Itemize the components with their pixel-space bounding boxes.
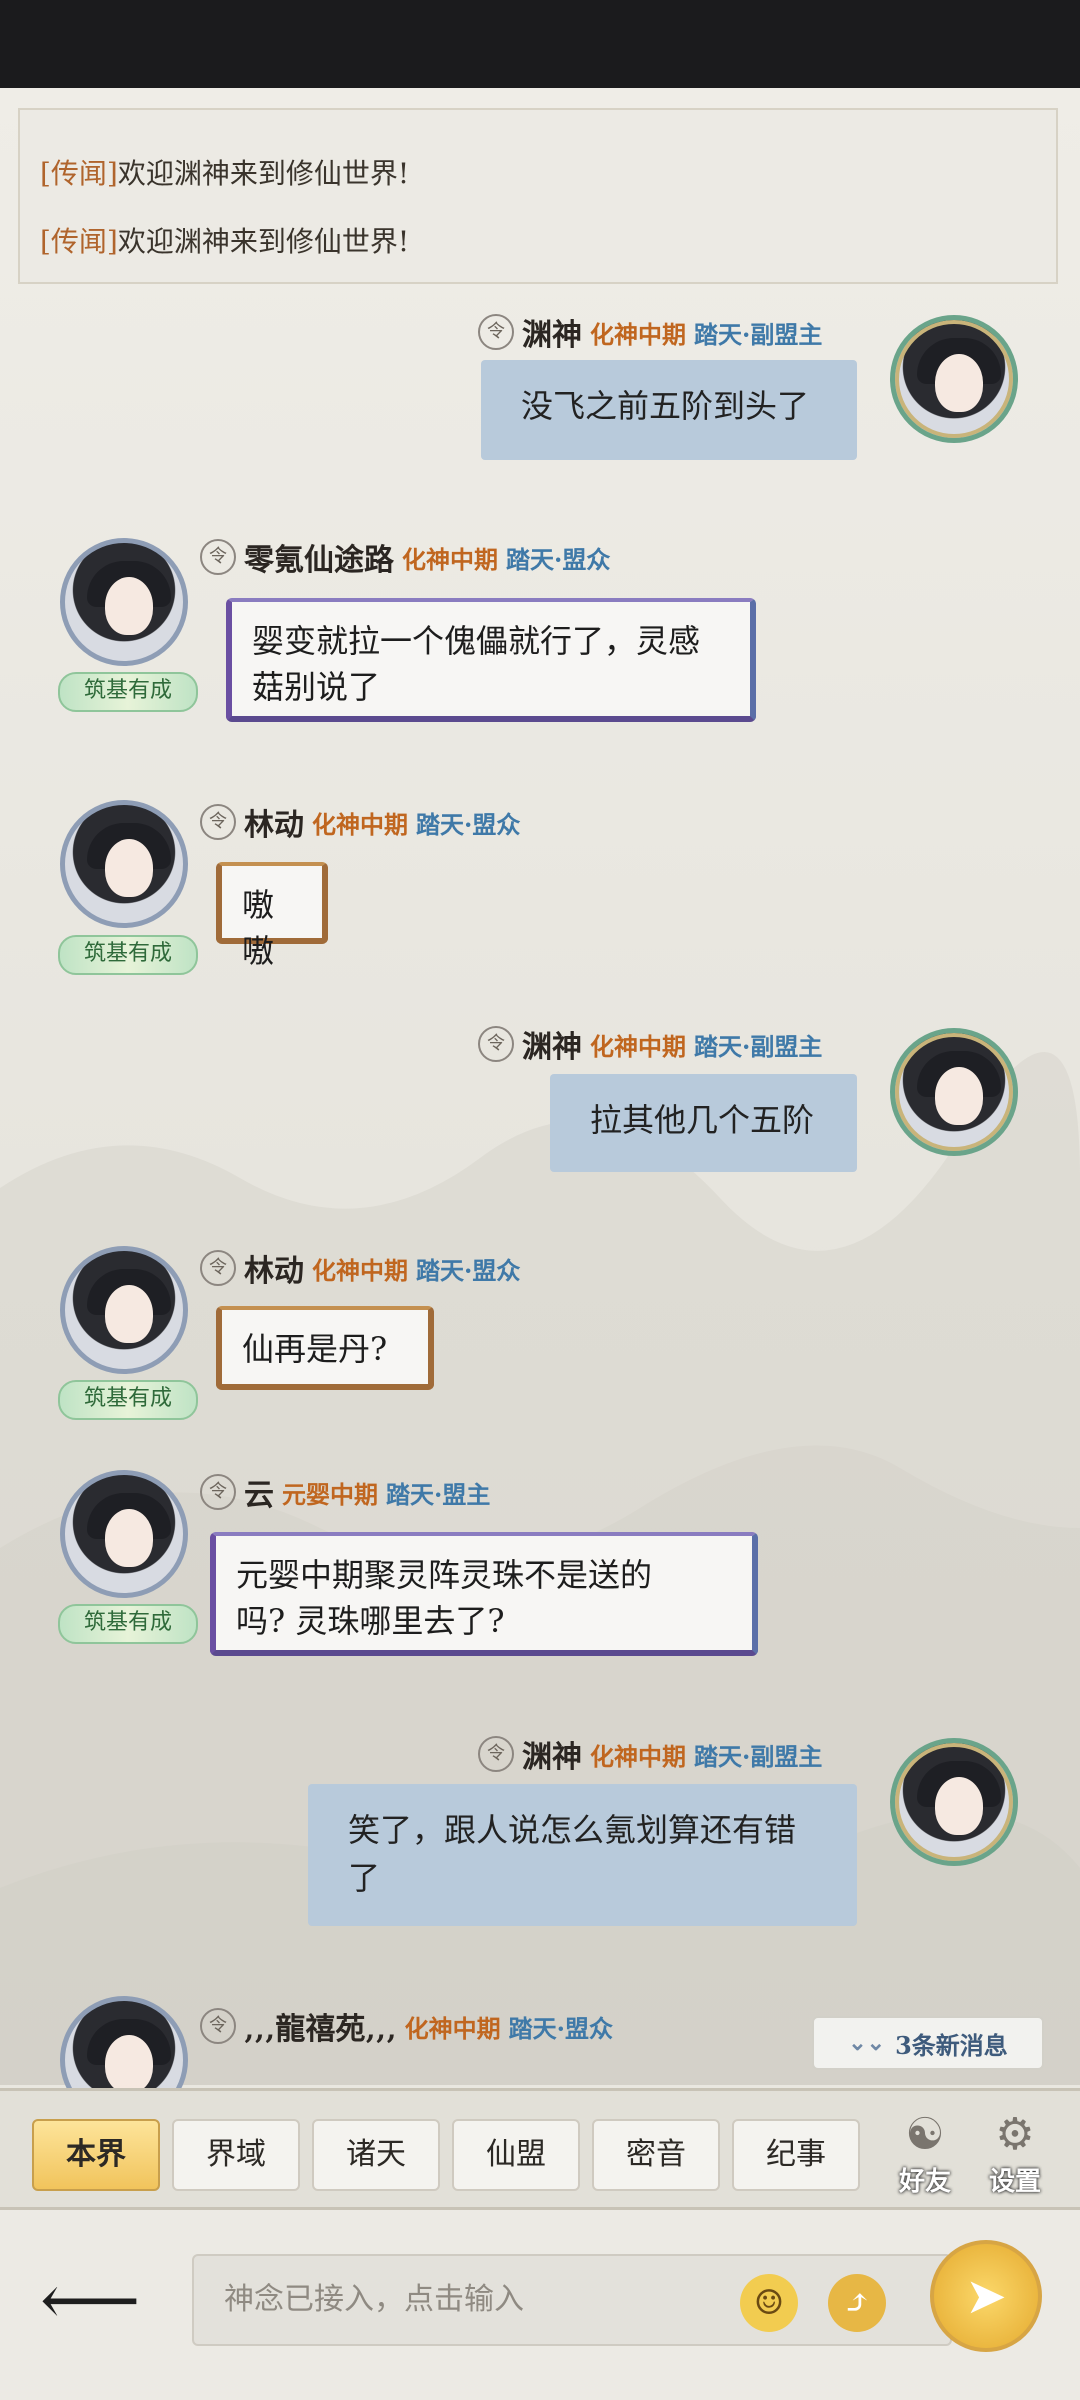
guild-label: 踏天·盟众 (506, 544, 611, 574)
message-text-line: 吗? 灵珠哪里去了? (236, 1602, 505, 1640)
realm-label: 化神中期 (312, 809, 408, 839)
input-bar: ⟵ 神念已接入，点击输入 ☺ ⤴ ➤ (0, 2210, 1080, 2400)
channel-tab-bar: 本界 界域 诸天 仙盟 密音 纪事 ☯ 好友 ⚙ 设置 (0, 2088, 1080, 2210)
nickname[interactable]: 云 (244, 1470, 274, 1514)
avatar[interactable] (890, 1028, 1018, 1156)
tab-zhutian[interactable]: 诸天 (312, 2119, 440, 2191)
guild-label: 踏天·盟众 (416, 809, 521, 839)
message-text-line: 婴变就拉一个傀儡就行了，灵感 (252, 622, 701, 660)
settings-button[interactable]: ⚙ 设置 (972, 2109, 1058, 2205)
tab-jishi[interactable]: 纪事 (732, 2119, 860, 2191)
tab-benjie[interactable]: 本界 (32, 2119, 160, 2191)
title-badge-icon: 令 (200, 804, 236, 840)
news-text: 欢迎渊神来到修仙世界! (117, 157, 410, 190)
rank-tag: 筑基有成 (58, 672, 198, 712)
chat-bubble[interactable]: 婴变就拉一个傀儡就行了，灵感 菇别说了 (226, 598, 756, 722)
chat-bubble[interactable]: 元婴中期聚灵阵灵珠不是送的 吗? 灵珠哪里去了? (210, 1532, 758, 1656)
title-badge-icon: 令 (200, 1250, 236, 1286)
realm-label: 元婴中期 (282, 1479, 378, 1509)
new-messages-label: 3条新消息 (895, 2030, 1008, 2060)
message-text: 没飞之前五阶到头了 (521, 387, 810, 425)
realm-label: 化神中期 (404, 2013, 501, 2043)
realm-label: 化神中期 (312, 1255, 408, 1285)
message-text: 拉其他几个五阶 (590, 1101, 815, 1139)
tab-miyin[interactable]: 密音 (592, 2119, 720, 2191)
message-text-line: 菇别说了 (252, 668, 381, 706)
guild-label: 踏天·盟众 (416, 1255, 521, 1285)
message-header: 令 零氪仙途路 化神中期 踏天·盟众 (200, 535, 610, 579)
message-text: 仙再是丹? (242, 1330, 388, 1368)
tab-xianmeng[interactable]: 仙盟 (452, 2119, 580, 2191)
realm-label: 化神中期 (590, 1031, 686, 1061)
news-line: [传闻]欢迎渊神来到修仙世界! (40, 220, 409, 260)
avatar[interactable] (60, 1470, 188, 1598)
avatar[interactable] (60, 1246, 188, 1374)
realm-label: 化神中期 (590, 1741, 686, 1771)
avatar[interactable] (60, 538, 188, 666)
news-tag: [传闻] (40, 157, 118, 190)
message-header: 令 ‚‚‚龍禧苑‚‚‚ 化神中期 踏天·盟众 (200, 2004, 613, 2048)
nickname[interactable]: 渊神 (522, 310, 582, 354)
guild-label: 踏天·盟主 (386, 1479, 491, 1509)
chat-bubble-self[interactable]: 没飞之前五阶到头了 (481, 360, 857, 460)
avatar[interactable] (890, 315, 1018, 443)
avatar[interactable] (890, 1738, 1018, 1866)
message-header: 令 林动 化神中期 踏天·盟众 (200, 1246, 520, 1290)
message-header: 令 林动 化神中期 踏天·盟众 (200, 800, 520, 844)
emoji-icon[interactable]: ☺ (740, 2274, 798, 2332)
title-badge-icon: 令 (200, 539, 236, 575)
guild-label: 踏天·副盟主 (694, 1031, 823, 1061)
title-badge-icon: 令 (478, 314, 514, 350)
message-header: 令 渊神 化神中期 踏天·副盟主 (478, 310, 822, 354)
nickname[interactable]: 渊神 (522, 1732, 582, 1776)
chat-bubble[interactable]: 仙再是丹? (216, 1306, 434, 1390)
friends-button[interactable]: ☯ 好友 (882, 2109, 968, 2205)
paper-plane-icon: ➤ (965, 2267, 1007, 2325)
rank-tag: 筑基有成 (58, 1604, 198, 1644)
realm-label: 化神中期 (590, 319, 686, 349)
rank-tag: 筑基有成 (58, 1380, 198, 1420)
avatar[interactable] (60, 800, 188, 928)
nickname[interactable]: 林动 (244, 1246, 304, 1290)
nickname[interactable]: 零氪仙途路 (244, 535, 394, 579)
nickname[interactable]: ‚‚‚龍禧苑‚‚‚ (244, 2004, 397, 2048)
guild-label: 踏天·盟众 (508, 2013, 614, 2043)
title-badge-icon: 令 (200, 1474, 236, 1510)
double-chevron-down-icon: ⌄⌄ (848, 2030, 886, 2056)
title-badge-icon: 令 (200, 2008, 236, 2044)
news-panel: [传闻]欢迎渊神来到修仙世界! [传闻]欢迎渊神来到修仙世界! (18, 108, 1058, 284)
share-icon[interactable]: ⤴ (828, 2274, 886, 2332)
message-text-line: 笑了，跟人说怎么氪划算还有错 (348, 1811, 797, 1849)
settings-label: 设置 (988, 2167, 1041, 2197)
nickname[interactable]: 林动 (244, 800, 304, 844)
message-text-line: 了 (348, 1859, 381, 1897)
guild-label: 踏天·副盟主 (694, 1741, 823, 1771)
friends-label: 好友 (898, 2167, 951, 2197)
message-text-line: 元婴中期聚灵阵灵珠不是送的 (236, 1556, 653, 1594)
chat-bubble-self[interactable]: 拉其他几个五阶 (550, 1074, 857, 1172)
back-arrow-icon[interactable]: ⟵ (40, 2260, 170, 2340)
title-badge-icon: 令 (478, 1736, 514, 1772)
rank-tag: 筑基有成 (58, 935, 198, 975)
guild-label: 踏天·副盟主 (694, 319, 823, 349)
gear-icon: ⚙ (995, 2109, 1035, 2160)
message-header: 令 渊神 化神中期 踏天·副盟主 (478, 1022, 822, 1066)
new-messages-button[interactable]: ⌄⌄ 3条新消息 (812, 2016, 1044, 2070)
chat-bubble-self[interactable]: 笑了，跟人说怎么氪划算还有错 了 (308, 1784, 857, 1926)
tab-jieyu[interactable]: 界域 (172, 2119, 300, 2191)
nickname[interactable]: 渊神 (522, 1022, 582, 1066)
message-header: 令 渊神 化神中期 踏天·副盟主 (478, 1732, 822, 1776)
realm-label: 化神中期 (402, 544, 498, 574)
chat-bubble[interactable]: 嗷嗷 (216, 862, 328, 970)
message-header: 令 云 元婴中期 踏天·盟主 (200, 1470, 490, 1514)
news-text: 欢迎渊神来到修仙世界! (117, 225, 410, 258)
send-button[interactable]: ➤ (930, 2240, 1042, 2352)
message-text: 嗷嗷 (242, 886, 275, 970)
news-line: [传闻]欢迎渊神来到修仙世界! (40, 152, 409, 192)
title-badge-icon: 令 (478, 1026, 514, 1062)
news-tag: [传闻] (40, 225, 118, 258)
status-bar (0, 0, 1080, 88)
friends-icon: ☯ (905, 2109, 945, 2160)
